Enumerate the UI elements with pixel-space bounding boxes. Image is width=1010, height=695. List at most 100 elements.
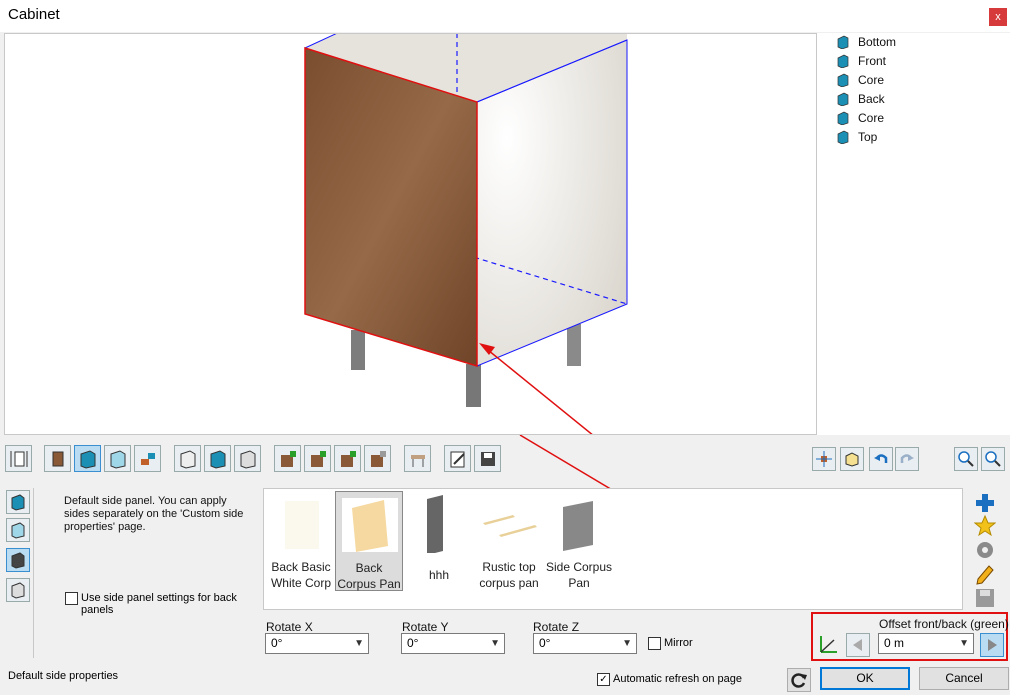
dimensions-button[interactable] (5, 445, 32, 472)
favorite-button[interactable] (972, 513, 998, 539)
tab-outer-side[interactable] (6, 490, 30, 514)
mirror-checkbox[interactable] (648, 637, 661, 650)
material-thumbnail (342, 498, 398, 552)
side-panel-icon (80, 449, 95, 469)
edit-material-button[interactable] (972, 561, 998, 587)
triangle-right-icon (988, 639, 997, 651)
rotate-y-select[interactable]: 0° ▼ (401, 633, 505, 654)
back-panel-checkbox-row[interactable]: Use side panel settings for back panels (65, 592, 250, 616)
tree-item[interactable]: Front (837, 52, 886, 70)
offset-next-button[interactable] (980, 633, 1004, 657)
corpus-icon (180, 449, 195, 469)
box-view-button[interactable] (840, 447, 864, 471)
tree-item[interactable]: Core (837, 109, 884, 127)
undo-button[interactable] (869, 447, 893, 471)
cabinet-render (304, 34, 628, 434)
ok-button[interactable]: OK (820, 667, 910, 690)
side-panel-button[interactable] (74, 445, 101, 472)
refresh-button[interactable] (787, 668, 811, 692)
rotate-y-value: 0° (407, 636, 419, 650)
tree-item[interactable]: Top (837, 128, 877, 146)
chevron-down-icon: ▼ (622, 638, 632, 649)
close-button[interactable]: x (989, 8, 1007, 26)
leg (567, 324, 581, 366)
tab-custom-side[interactable] (6, 578, 30, 602)
add-part-icon (370, 450, 386, 467)
add-part-button[interactable] (364, 445, 391, 472)
save-button[interactable] (474, 445, 501, 472)
mirror-row[interactable]: Mirror (648, 637, 693, 650)
tree-item-label: Core (858, 73, 885, 87)
save-icon (480, 451, 495, 466)
gallery-item-selected[interactable]: Back Corpus Pan (335, 491, 403, 591)
edit-button[interactable] (444, 445, 471, 472)
plus-icon (976, 494, 994, 512)
add-shelf-icon (280, 450, 296, 467)
triangle-left-icon (853, 639, 862, 651)
chevron-down-icon: ▼ (354, 638, 364, 649)
corpus-front-button[interactable] (174, 445, 201, 472)
redo-button[interactable] (895, 447, 919, 471)
legs-icon (410, 454, 425, 467)
tree-item[interactable]: Back (837, 90, 885, 108)
settings-button[interactable] (972, 537, 998, 563)
outer-side-icon (11, 494, 25, 511)
rotate-z-select[interactable]: 0° ▼ (533, 633, 637, 654)
zoom-out-icon (985, 451, 1001, 467)
save-icon (976, 589, 994, 607)
add-divider-button[interactable] (334, 445, 361, 472)
offset-select[interactable]: 0 m ▼ (878, 633, 974, 654)
close-icon: x (995, 11, 1001, 23)
tree-item[interactable]: Core (837, 71, 884, 89)
redo-icon (900, 454, 914, 463)
corpus-back-button[interactable] (234, 445, 261, 472)
save-material-button[interactable] (972, 585, 998, 611)
annotation-arrow (482, 345, 593, 434)
offset-prev-button[interactable] (846, 633, 870, 657)
legs-button[interactable] (404, 445, 431, 472)
axis-icon (817, 632, 841, 656)
tree-item[interactable]: Bottom (837, 33, 896, 51)
title-bar (0, 0, 1010, 32)
gallery-item[interactable]: Rustic top corpus pan (475, 491, 543, 591)
zoom-out-button[interactable] (981, 447, 1005, 471)
auto-refresh-checkbox[interactable]: ✓ (597, 673, 610, 686)
part-tree[interactable]: Bottom Front Core Back Core Top (817, 33, 1010, 435)
gallery-item[interactable]: hhh (405, 491, 473, 591)
cancel-button[interactable]: Cancel (919, 667, 1009, 690)
zoom-in-button[interactable] (954, 447, 978, 471)
material-thumbnail (483, 515, 537, 537)
3d-viewport[interactable] (4, 33, 817, 435)
back-panel-button[interactable] (104, 445, 131, 472)
tab-divider (33, 488, 34, 658)
add-drawer-button[interactable] (304, 445, 331, 472)
panel-icon (837, 35, 849, 49)
custom-side-icon (11, 582, 25, 599)
gallery-item-label: Side Corpus Pan (545, 560, 613, 590)
rotate-x-label: Rotate X (266, 620, 313, 634)
tab-inner-side[interactable] (6, 518, 30, 542)
gallery-item[interactable]: Side Corpus Pan (545, 491, 613, 591)
leg (351, 330, 365, 370)
panel-icon (837, 73, 849, 87)
add-shelf-button[interactable] (274, 445, 301, 472)
rotate-x-select[interactable]: 0° ▼ (265, 633, 369, 654)
center-view-button[interactable] (812, 447, 836, 471)
gallery-item[interactable]: Back Basic White Corp (267, 491, 335, 591)
panel-icon (837, 130, 849, 144)
status-text: Default side properties (8, 670, 119, 682)
back-panel-checkbox[interactable] (65, 592, 78, 605)
door-button[interactable] (44, 445, 71, 472)
corpus-side-button[interactable] (204, 445, 231, 472)
material-gallery[interactable]: Back Basic White Corp Back Corpus Pan hh… (263, 488, 963, 610)
back-panel-icon (110, 449, 125, 469)
gallery-item-label: Back Basic White Corp (270, 560, 332, 590)
auto-refresh-row[interactable]: ✓ Automatic refresh on page (597, 673, 742, 686)
tab-default-side[interactable] (6, 548, 30, 572)
chevron-down-icon: ▼ (959, 638, 969, 649)
panel-icon (837, 54, 849, 68)
gallery-item-label: Rustic top corpus pan (479, 560, 539, 590)
inner-side-icon (11, 522, 25, 539)
fittings-button[interactable] (134, 445, 161, 472)
gallery-item-label: hhh (428, 568, 450, 582)
